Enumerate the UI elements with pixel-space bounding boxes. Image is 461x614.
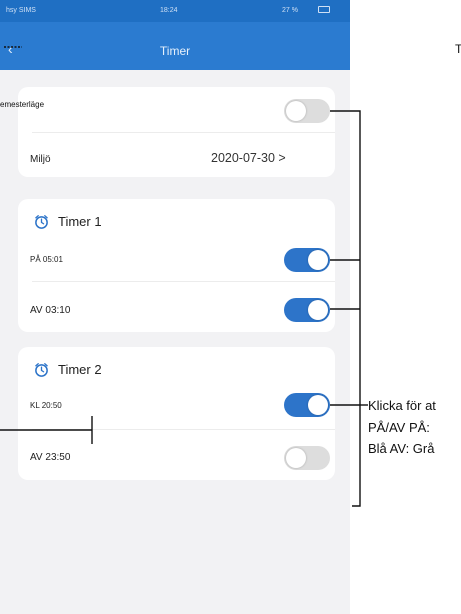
annotation-top-right: T — [455, 42, 461, 56]
settings-card: emesterläge Miljö 2020-07-30 > — [0, 87, 335, 177]
vacation-mode-toggle[interactable] — [284, 99, 330, 123]
vacation-mode-label: emesterläge — [0, 100, 45, 109]
timer-2-off-time: AV 23:50 — [30, 452, 71, 463]
battery-icon — [318, 6, 330, 13]
page-title: Timer — [159, 44, 191, 58]
annotation-on-off-text: PÅ/AV PÅ: — [368, 420, 430, 435]
timer-2-card: Timer 2 KL 20:50 AV 23:50 — [18, 347, 335, 480]
timer-1-title: Timer 1 — [58, 214, 102, 229]
timer-1-card: Timer 1 PÅ 05:01 AV 03:10 — [18, 199, 335, 332]
timer-2-title: Timer 2 — [58, 362, 102, 377]
carrier-label: hsy SIMS — [6, 7, 36, 14]
divider — [32, 429, 335, 430]
environment-label: Miljö — [30, 154, 51, 165]
status-bar: hsy SIMS 18:24 27 % — [0, 0, 350, 22]
phone-screen: hsy SIMS 18:24 27 % ‹ Timer emesterläge … — [0, 0, 350, 614]
divider — [32, 281, 335, 282]
status-time: 18:24 — [160, 7, 178, 14]
timer-2-on-toggle[interactable] — [284, 393, 330, 417]
annotation-color-text: Blå AV: Grå — [368, 441, 435, 456]
annotation-click-text: Klicka för at — [368, 398, 436, 413]
nav-bar: ‹ Timer — [0, 22, 350, 70]
divider — [32, 132, 335, 133]
timer-1-on-toggle[interactable] — [284, 248, 330, 272]
timer-1-on-time: PÅ 05:01 — [30, 255, 63, 264]
timer-1-off-time: AV 03:10 — [30, 305, 71, 316]
alarm-clock-icon — [35, 363, 48, 377]
timer-2-on-time: KL 20:50 — [30, 401, 62, 410]
environment-date[interactable]: 2020-07-30 > — [211, 151, 286, 165]
timer-1-off-toggle[interactable] — [284, 298, 330, 322]
timer-2-off-toggle[interactable] — [284, 446, 330, 470]
alarm-clock-icon — [35, 215, 48, 229]
battery-level: 27 % — [282, 7, 298, 14]
